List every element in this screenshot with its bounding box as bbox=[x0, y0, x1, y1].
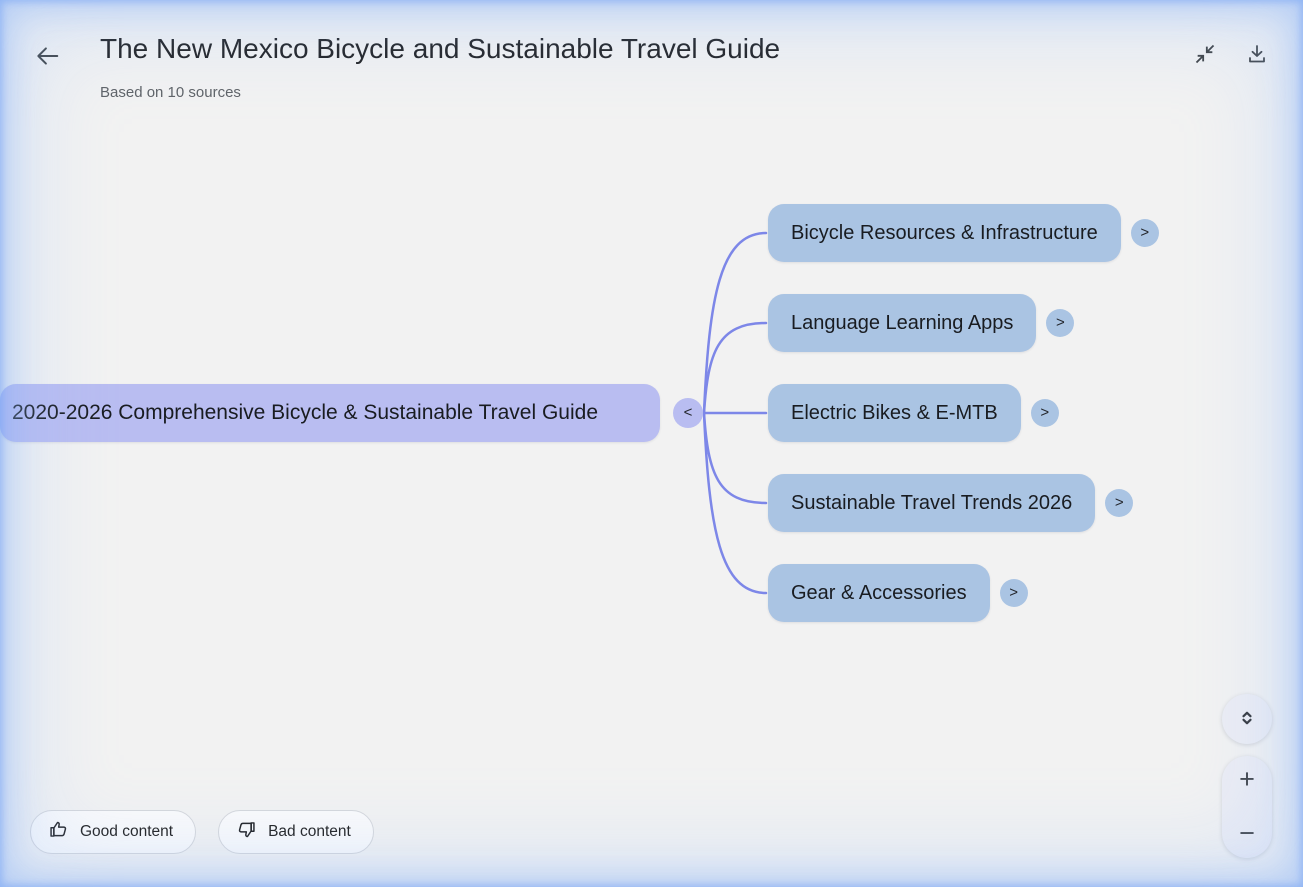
thumb-down-icon bbox=[236, 819, 257, 845]
child-node[interactable]: Electric Bikes & E-MTB bbox=[768, 384, 1021, 442]
child-node[interactable]: Gear & Accessories bbox=[768, 564, 990, 622]
zoom-out-button[interactable]: − bbox=[1222, 818, 1272, 848]
child-node[interactable]: Language Learning Apps bbox=[768, 294, 1036, 352]
root-row: 2020-2026 Comprehensive Bicycle & Sustai… bbox=[0, 384, 703, 442]
mindmap-canvas[interactable]: 2020-2026 Comprehensive Bicycle & Sustai… bbox=[0, 0, 1303, 887]
feedback-bar: Good content Bad content bbox=[30, 810, 374, 854]
good-content-button[interactable]: Good content bbox=[30, 810, 196, 854]
child-node-label: Bicycle Resources & Infrastructure bbox=[791, 222, 1098, 245]
child-row: Bicycle Resources & Infrastructure > bbox=[768, 204, 1159, 262]
page-title: The New Mexico Bicycle and Sustainable T… bbox=[100, 32, 780, 66]
arrow-left-icon bbox=[34, 43, 60, 72]
unfold-vertical-icon bbox=[1235, 706, 1259, 733]
collapse-view-button[interactable] bbox=[1192, 42, 1218, 68]
expand-button[interactable]: > bbox=[1131, 219, 1159, 247]
child-node-label: Language Learning Apps bbox=[791, 312, 1013, 335]
root-collapse-button[interactable]: < bbox=[673, 398, 703, 428]
root-node-label: 2020-2026 Comprehensive Bicycle & Sustai… bbox=[12, 401, 598, 425]
child-node[interactable]: Bicycle Resources & Infrastructure bbox=[768, 204, 1121, 262]
child-node-label: Sustainable Travel Trends 2026 bbox=[791, 492, 1072, 515]
child-row: Sustainable Travel Trends 2026 > bbox=[768, 474, 1133, 532]
mindmap-edges bbox=[0, 0, 1303, 887]
expand-button[interactable]: > bbox=[1046, 309, 1074, 337]
zoom-in-button[interactable]: + bbox=[1222, 764, 1272, 794]
child-row: Gear & Accessories > bbox=[768, 564, 1028, 622]
child-node-label: Gear & Accessories bbox=[791, 582, 967, 605]
download-icon bbox=[1245, 42, 1269, 69]
child-node[interactable]: Sustainable Travel Trends 2026 bbox=[768, 474, 1095, 532]
sources-subtitle: Based on 10 sources bbox=[100, 84, 241, 101]
expand-button[interactable]: > bbox=[1105, 489, 1133, 517]
zoom-controls: + − bbox=[1222, 756, 1272, 858]
header-actions bbox=[1192, 42, 1270, 68]
expand-button[interactable]: > bbox=[1031, 399, 1059, 427]
header: The New Mexico Bicycle and Sustainable T… bbox=[0, 0, 1303, 120]
good-content-label: Good content bbox=[80, 823, 173, 841]
collapse-content-icon bbox=[1194, 43, 1216, 68]
bad-content-label: Bad content bbox=[268, 823, 351, 841]
edge bbox=[704, 323, 766, 413]
edge bbox=[704, 413, 766, 503]
bad-content-button[interactable]: Bad content bbox=[218, 810, 374, 854]
download-button[interactable] bbox=[1244, 42, 1270, 68]
root-node[interactable]: 2020-2026 Comprehensive Bicycle & Sustai… bbox=[0, 384, 660, 442]
thumb-up-icon bbox=[48, 819, 69, 845]
expand-button[interactable]: > bbox=[1000, 579, 1028, 607]
fit-view-button[interactable] bbox=[1222, 694, 1272, 744]
child-node-label: Electric Bikes & E-MTB bbox=[791, 402, 998, 425]
child-row: Electric Bikes & E-MTB > bbox=[768, 384, 1059, 442]
back-button[interactable] bbox=[30, 40, 64, 74]
child-row: Language Learning Apps > bbox=[768, 294, 1074, 352]
